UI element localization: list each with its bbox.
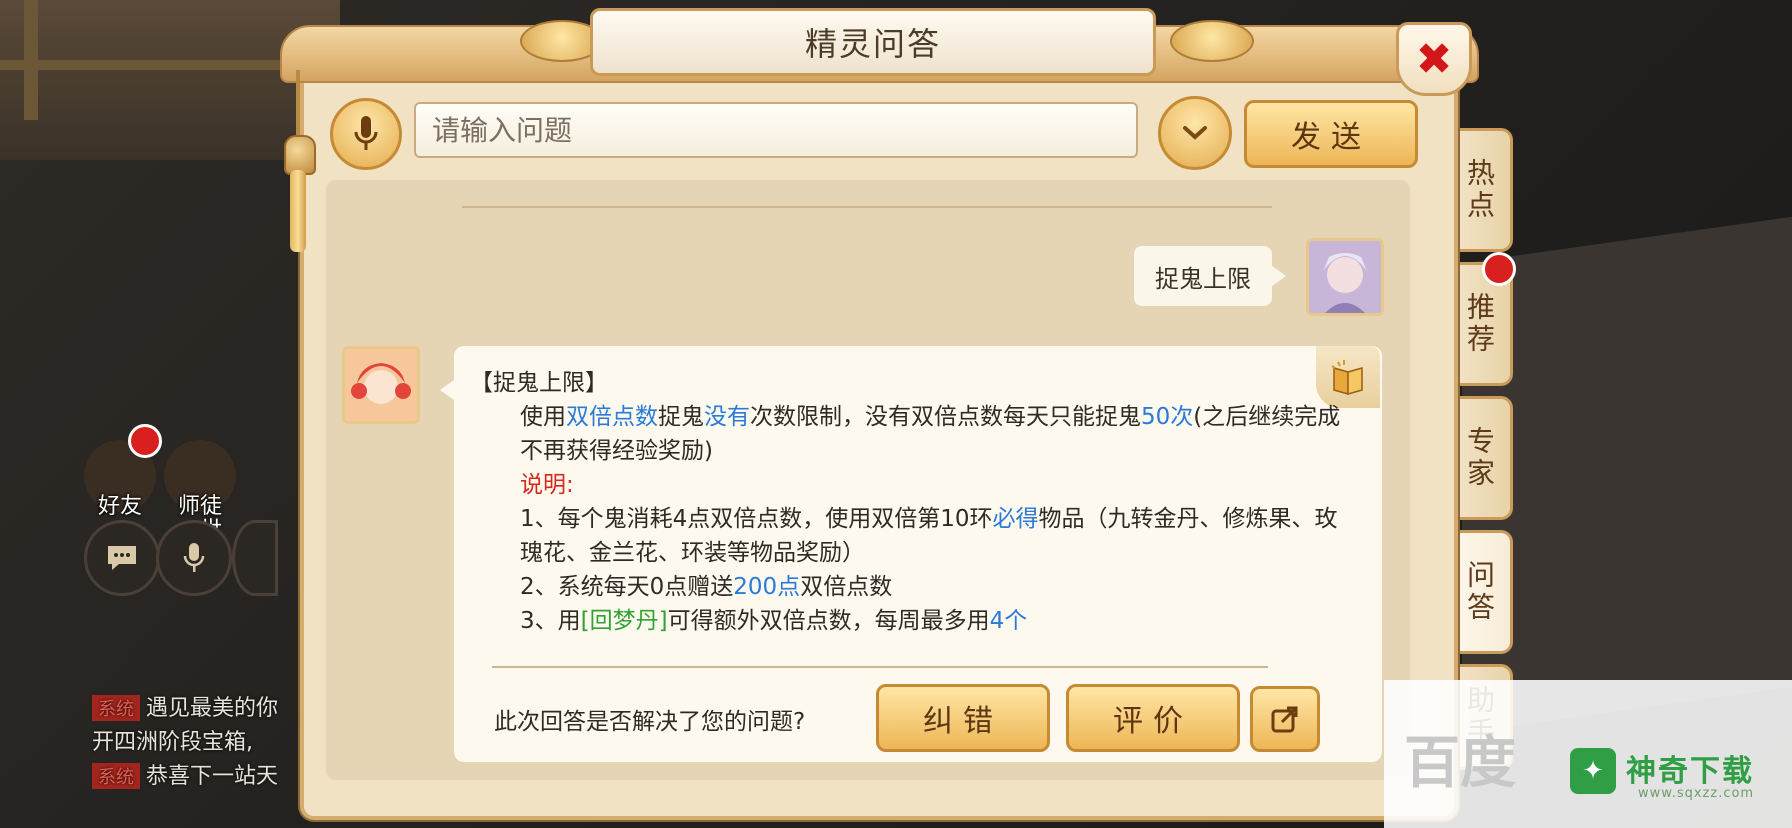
chat-tag: 系统 bbox=[92, 763, 140, 789]
chat-text: 恭喜下一站天 bbox=[146, 764, 279, 789]
tassel-tail bbox=[290, 170, 306, 252]
answer-item: 1、每个鬼消耗4点双倍点数，使用双倍第10环必得物品（九转金丹、修炼果、玫瑰花、… bbox=[520, 506, 1338, 566]
tassel-string bbox=[296, 70, 300, 140]
dialog-title: 精灵问答 bbox=[804, 25, 941, 63]
title-ornament-right bbox=[1170, 20, 1254, 62]
link-200-points[interactable]: 200点 bbox=[733, 574, 800, 600]
share-icon bbox=[1271, 706, 1298, 733]
link-50-times[interactable]: 50次 bbox=[1141, 404, 1193, 430]
answer-paragraph: 使用双倍点数捉鬼没有次数限制，没有双倍点数每天只能捉鬼50次(之后继续完成不再获… bbox=[520, 404, 1341, 464]
answer-item: 3、用[回梦丹]可得额外双倍点数，每周最多用4个 bbox=[520, 608, 1028, 634]
microphone-icon bbox=[183, 543, 205, 572]
note-label: 说明: bbox=[520, 472, 574, 498]
chat-text: 开四洲阶段宝箱, bbox=[92, 730, 253, 755]
chat-bubble-button[interactable] bbox=[84, 520, 160, 596]
chat-line: 系统 恭喜下一站天 bbox=[92, 758, 278, 790]
voice-chat-button[interactable] bbox=[156, 520, 232, 596]
chevron-down-icon bbox=[1183, 126, 1207, 140]
chat-line: 系统 遇见最美的你 bbox=[92, 690, 278, 722]
voice-input-button[interactable] bbox=[330, 98, 402, 170]
correct-error-button[interactable]: 纠错 bbox=[876, 684, 1050, 752]
watermark-site-url: www.sqxzz.com bbox=[1638, 786, 1755, 801]
user-avatar bbox=[1306, 238, 1384, 316]
microphone-icon bbox=[354, 116, 378, 150]
user-message-bubble: 捉鬼上限 bbox=[1134, 246, 1286, 306]
hud-extra-button[interactable] bbox=[232, 520, 278, 596]
friends-label: 好友 bbox=[97, 494, 142, 519]
chat-bubble-icon bbox=[108, 546, 136, 570]
watermark-baidu: 百度 bbox=[1404, 731, 1516, 796]
title-plate: 精灵问答 bbox=[590, 8, 1156, 76]
top-divider bbox=[462, 206, 1272, 208]
tassel-bell bbox=[284, 135, 316, 175]
spirit-avatar bbox=[342, 346, 420, 424]
watermark-logo-icon: ✦ bbox=[1570, 748, 1616, 794]
history-dropdown-button[interactable] bbox=[1158, 96, 1232, 170]
background-railing-bar bbox=[0, 60, 300, 70]
recommend-notification-dot bbox=[1482, 252, 1516, 286]
master-apprentice-button[interactable]: 师徒 bbox=[164, 440, 236, 519]
close-icon: ✖ bbox=[1415, 33, 1453, 85]
send-button[interactable]: 发送 bbox=[1244, 100, 1418, 168]
feedback-divider bbox=[492, 666, 1268, 668]
chat-line: 开四洲阶段宝箱, bbox=[92, 724, 253, 756]
share-button[interactable] bbox=[1250, 686, 1320, 752]
link-4-count[interactable]: 4个 bbox=[990, 608, 1028, 634]
question-input[interactable] bbox=[414, 102, 1138, 158]
answer-title: 【捉鬼上限】 bbox=[470, 370, 608, 396]
answer-text: 【捉鬼上限】 使用双倍点数捉鬼没有次数限制，没有双倍点数每天只能捉鬼50次(之后… bbox=[470, 366, 1350, 638]
chat-text: 遇见最美的你 bbox=[146, 696, 279, 721]
item-link-huimengdan[interactable]: [回梦丹] bbox=[581, 608, 668, 634]
link-double-points[interactable]: 双倍点数 bbox=[566, 404, 658, 430]
chat-tag: 系统 bbox=[92, 695, 140, 721]
answer-item: 2、系统每天0点赠送200点双倍点数 bbox=[520, 574, 893, 600]
friends-notification-dot bbox=[128, 424, 162, 458]
link-must-get[interactable]: 必得 bbox=[993, 506, 1039, 532]
link-no[interactable]: 没有 bbox=[704, 404, 750, 430]
watermark-site-name: 神奇下载 bbox=[1626, 754, 1754, 789]
rate-button[interactable]: 评价 bbox=[1066, 684, 1240, 752]
feedback-question: 此次回答是否解决了您的问题? bbox=[494, 709, 806, 735]
close-button[interactable]: ✖ bbox=[1396, 22, 1472, 96]
